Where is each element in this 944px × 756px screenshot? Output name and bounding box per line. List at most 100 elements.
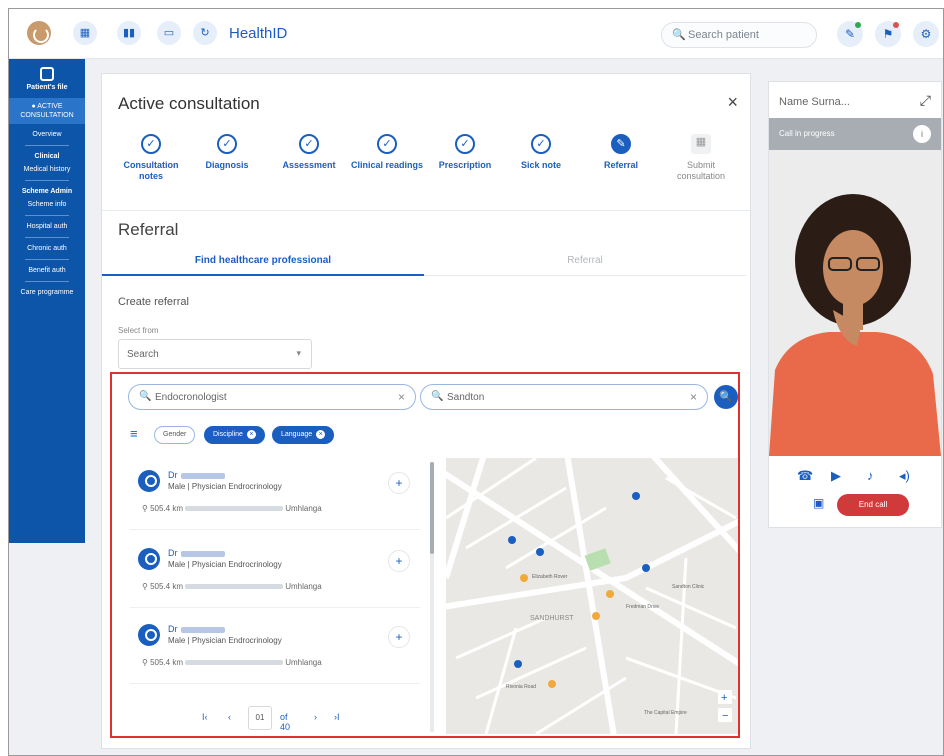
clear-icon[interactable]: × [398,390,405,404]
add-button[interactable]: + [388,626,410,648]
sidebar-divider [25,180,69,181]
chip-gender[interactable]: Gender [154,426,196,444]
phone-icon[interactable]: ☎ [797,468,813,484]
doctor-name[interactable]: Dr [168,548,225,558]
remove-icon[interactable]: × [246,430,256,439]
patient-file-icon [40,67,54,81]
patient-search-input[interactable]: 🔍 Search patient [661,22,817,48]
sidebar-section-clinical: Clinical [34,153,60,160]
sidebar-item-overview[interactable]: Overview [9,128,85,141]
step-assessment[interactable]: ✓ Assessment [270,134,348,171]
add-button[interactable]: + [388,550,410,572]
map-place: The Capital Empire [644,710,687,716]
doctor-location: ⚲ 505.4 km Umhlanga [142,658,322,667]
sidebar-item-hospital-auth[interactable]: Hospital auth [9,220,85,233]
results-scrollbar[interactable] [430,462,434,732]
redacted-name [180,626,225,633]
speaker-icon[interactable]: ◂) [899,468,910,484]
sidebar-divider [25,215,69,216]
sidebar-divider [25,237,69,238]
settings-icon[interactable]: ⚙ [913,21,939,47]
discipline-search-input[interactable]: 🔍 Endocronologist × [128,384,416,410]
sidebar-item-scheme-info[interactable]: Scheme info [9,198,85,211]
sidebar: Patient's file ● ACTIVE CONSULTATION Ove… [9,59,85,543]
select-from-dropdown[interactable]: Search ▾ [118,339,312,369]
tab-find-professional[interactable]: Find healthcare professional [102,246,424,276]
remove-icon[interactable]: × [316,430,326,439]
step-consultation-notes[interactable]: ✓ Consultation notes [112,134,190,182]
tab-referral[interactable]: Referral [424,246,746,276]
result-card[interactable]: Dr Male | Physician Endrocrinology ⚲ 505… [130,460,420,530]
sidebar-item-care-programme[interactable]: Care programme [9,286,85,299]
sidebar-patient-file[interactable]: Patient's file [9,81,85,94]
step-clinical-readings[interactable]: ✓ Clinical readings [348,134,426,171]
discipline-query: Endocronologist [155,392,227,403]
sidebar-item-benefit-auth[interactable]: Benefit auth [9,264,85,277]
next-page-button[interactable]: › [314,712,317,722]
app-logo[interactable] [27,21,51,45]
clear-icon[interactable]: × [690,390,697,404]
sidebar-item-chronic-auth[interactable]: Chronic auth [9,242,85,255]
prev-page-button[interactable]: ‹ [228,712,231,722]
map-pin[interactable] [642,564,650,572]
refresh-icon[interactable]: ↻ [193,21,217,45]
map-pin[interactable] [632,492,640,500]
step-label: Assessment [282,160,336,170]
step-sick-note[interactable]: ✓ Sick note [502,134,580,171]
sidebar-divider [25,281,69,282]
doctor-location: ⚲ 505.4 km Umhlanga [142,504,322,513]
results-map[interactable]: SANDHURST Elizabeth Rover Sandton Clinic… [446,458,738,734]
location-pin-icon: ⚲ [142,582,151,591]
map-pin[interactable] [520,574,528,582]
scrollbar-thumb[interactable] [430,462,434,554]
search-button[interactable]: 🔍 [714,385,738,409]
card-icon[interactable]: ▭ [157,21,181,45]
step-submit-consultation[interactable]: ▦ Submit consultation [662,134,740,182]
chip-discipline[interactable]: Discipline × [204,426,265,444]
camera-icon[interactable]: ▶ [831,468,841,484]
page-number-input[interactable]: 01 [248,706,272,730]
filter-icon[interactable]: ≡ [130,426,138,441]
zoom-in-icon: + [721,692,727,704]
expand-icon[interactable]: ⤢ [920,92,931,109]
info-icon[interactable]: i [913,125,931,143]
select-from-label: Select from [118,326,159,335]
map-pin[interactable] [606,590,614,598]
end-call-button[interactable]: End call [837,494,909,516]
location-query: Sandton [447,392,485,403]
map-canvas[interactable]: SANDHURST Elizabeth Rover Sandton Clinic… [446,458,738,734]
create-referral-label: Create referral [118,296,189,308]
location-search-input[interactable]: 🔍 Sandton × [420,384,708,410]
map-pin[interactable] [592,612,600,620]
step-label: Consultation notes [123,160,179,181]
alert-icon[interactable]: ⚑ [875,21,901,47]
page-total: of 40 [280,712,291,732]
last-page-button[interactable]: ›I [334,712,340,722]
sidebar-item-medical-history[interactable]: Medical history [9,163,85,176]
step-label: Submit consultation [676,160,726,181]
calendar-icon[interactable]: ▦ [73,21,97,45]
step-diagnosis[interactable]: ✓ Diagnosis [188,134,266,171]
map-pin[interactable] [514,660,522,668]
doctor-name[interactable]: Dr [168,470,225,480]
notes-icon[interactable]: ✎ [837,21,863,47]
trash-icon[interactable]: ▣ [813,496,824,510]
map-pin[interactable] [536,548,544,556]
redacted-address [185,660,283,666]
doctor-name[interactable]: Dr [168,624,225,634]
chip-language[interactable]: Language × [272,426,335,444]
participant-image [769,150,941,456]
step-prescription[interactable]: ✓ Prescription [426,134,504,171]
microphone-icon[interactable]: ♪ [867,468,874,483]
map-pin[interactable] [548,680,556,688]
add-button[interactable]: + [388,472,410,494]
step-referral[interactable]: ✎ Referral [582,134,660,171]
map-pin[interactable] [508,536,516,544]
result-card[interactable]: Dr Male | Physician Endrocrinology ⚲ 505… [130,614,420,684]
sidebar-active-consultation[interactable]: ● ACTIVE CONSULTATION [9,98,85,124]
chart-icon[interactable]: ▮▮ [117,21,141,45]
doctor-location: ⚲ 505.4 km Umhlanga [142,582,322,591]
close-icon[interactable]: × [727,92,738,113]
first-page-button[interactable]: I‹ [202,712,208,722]
result-card[interactable]: Dr Male | Physician Endrocrinology ⚲ 505… [130,538,420,608]
